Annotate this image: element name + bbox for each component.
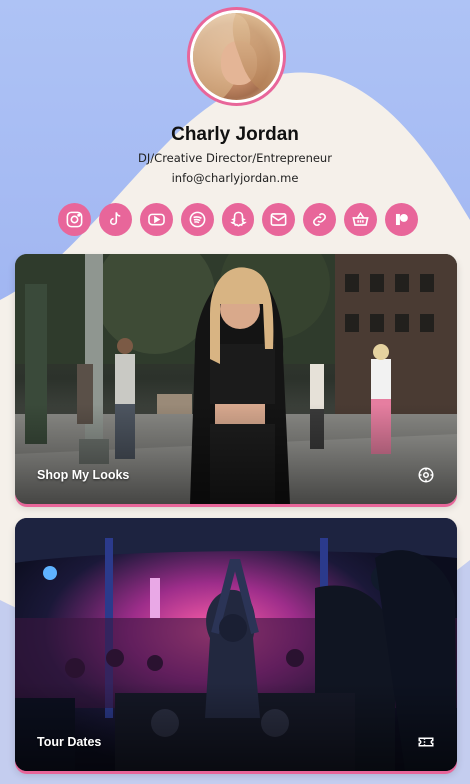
card-shop-my-looks[interactable]: Shop My Looks xyxy=(15,254,457,504)
instagram-link[interactable] xyxy=(58,203,91,236)
youtube-link[interactable] xyxy=(139,203,173,236)
snapchat-link[interactable] xyxy=(221,203,255,236)
profile-subtitle: DJ/Creative Director/Entrepreneur xyxy=(138,151,332,165)
shop-basket-icon xyxy=(352,211,369,226)
avatar xyxy=(187,7,286,106)
profile-email[interactable]: info@charlyjordan.me xyxy=(0,171,470,185)
profile-name: Charly Jordan xyxy=(171,124,299,145)
snapchat-icon xyxy=(229,211,247,227)
spotify-icon xyxy=(189,211,206,228)
instagram-icon xyxy=(66,211,83,228)
email-icon xyxy=(270,213,287,226)
card-label-shop-my-looks: Shop My Looks xyxy=(37,468,130,482)
spotify-link[interactable] xyxy=(180,203,214,236)
card-label-tour-dates: Tour Dates xyxy=(37,735,102,749)
tiktok-icon xyxy=(109,212,121,226)
patreon-link[interactable] xyxy=(385,203,419,236)
tiktok-link[interactable] xyxy=(98,203,132,236)
website-link[interactable] xyxy=(303,203,337,236)
ticket-icon xyxy=(418,737,434,747)
email-link[interactable] xyxy=(262,203,296,236)
shop-link[interactable] xyxy=(344,203,378,236)
social-links xyxy=(58,203,419,237)
card-tour-dates[interactable]: Tour Dates xyxy=(15,518,457,771)
shop-target-icon xyxy=(418,467,434,483)
profile-page: Charly Jordan DJ/Creative Director/Entre… xyxy=(0,0,470,784)
street-photo xyxy=(15,254,457,504)
youtube-icon xyxy=(147,213,165,226)
avatar-photo xyxy=(193,13,280,100)
concert-photo xyxy=(15,518,457,771)
link-icon xyxy=(313,213,327,226)
patreon-icon xyxy=(396,213,408,226)
